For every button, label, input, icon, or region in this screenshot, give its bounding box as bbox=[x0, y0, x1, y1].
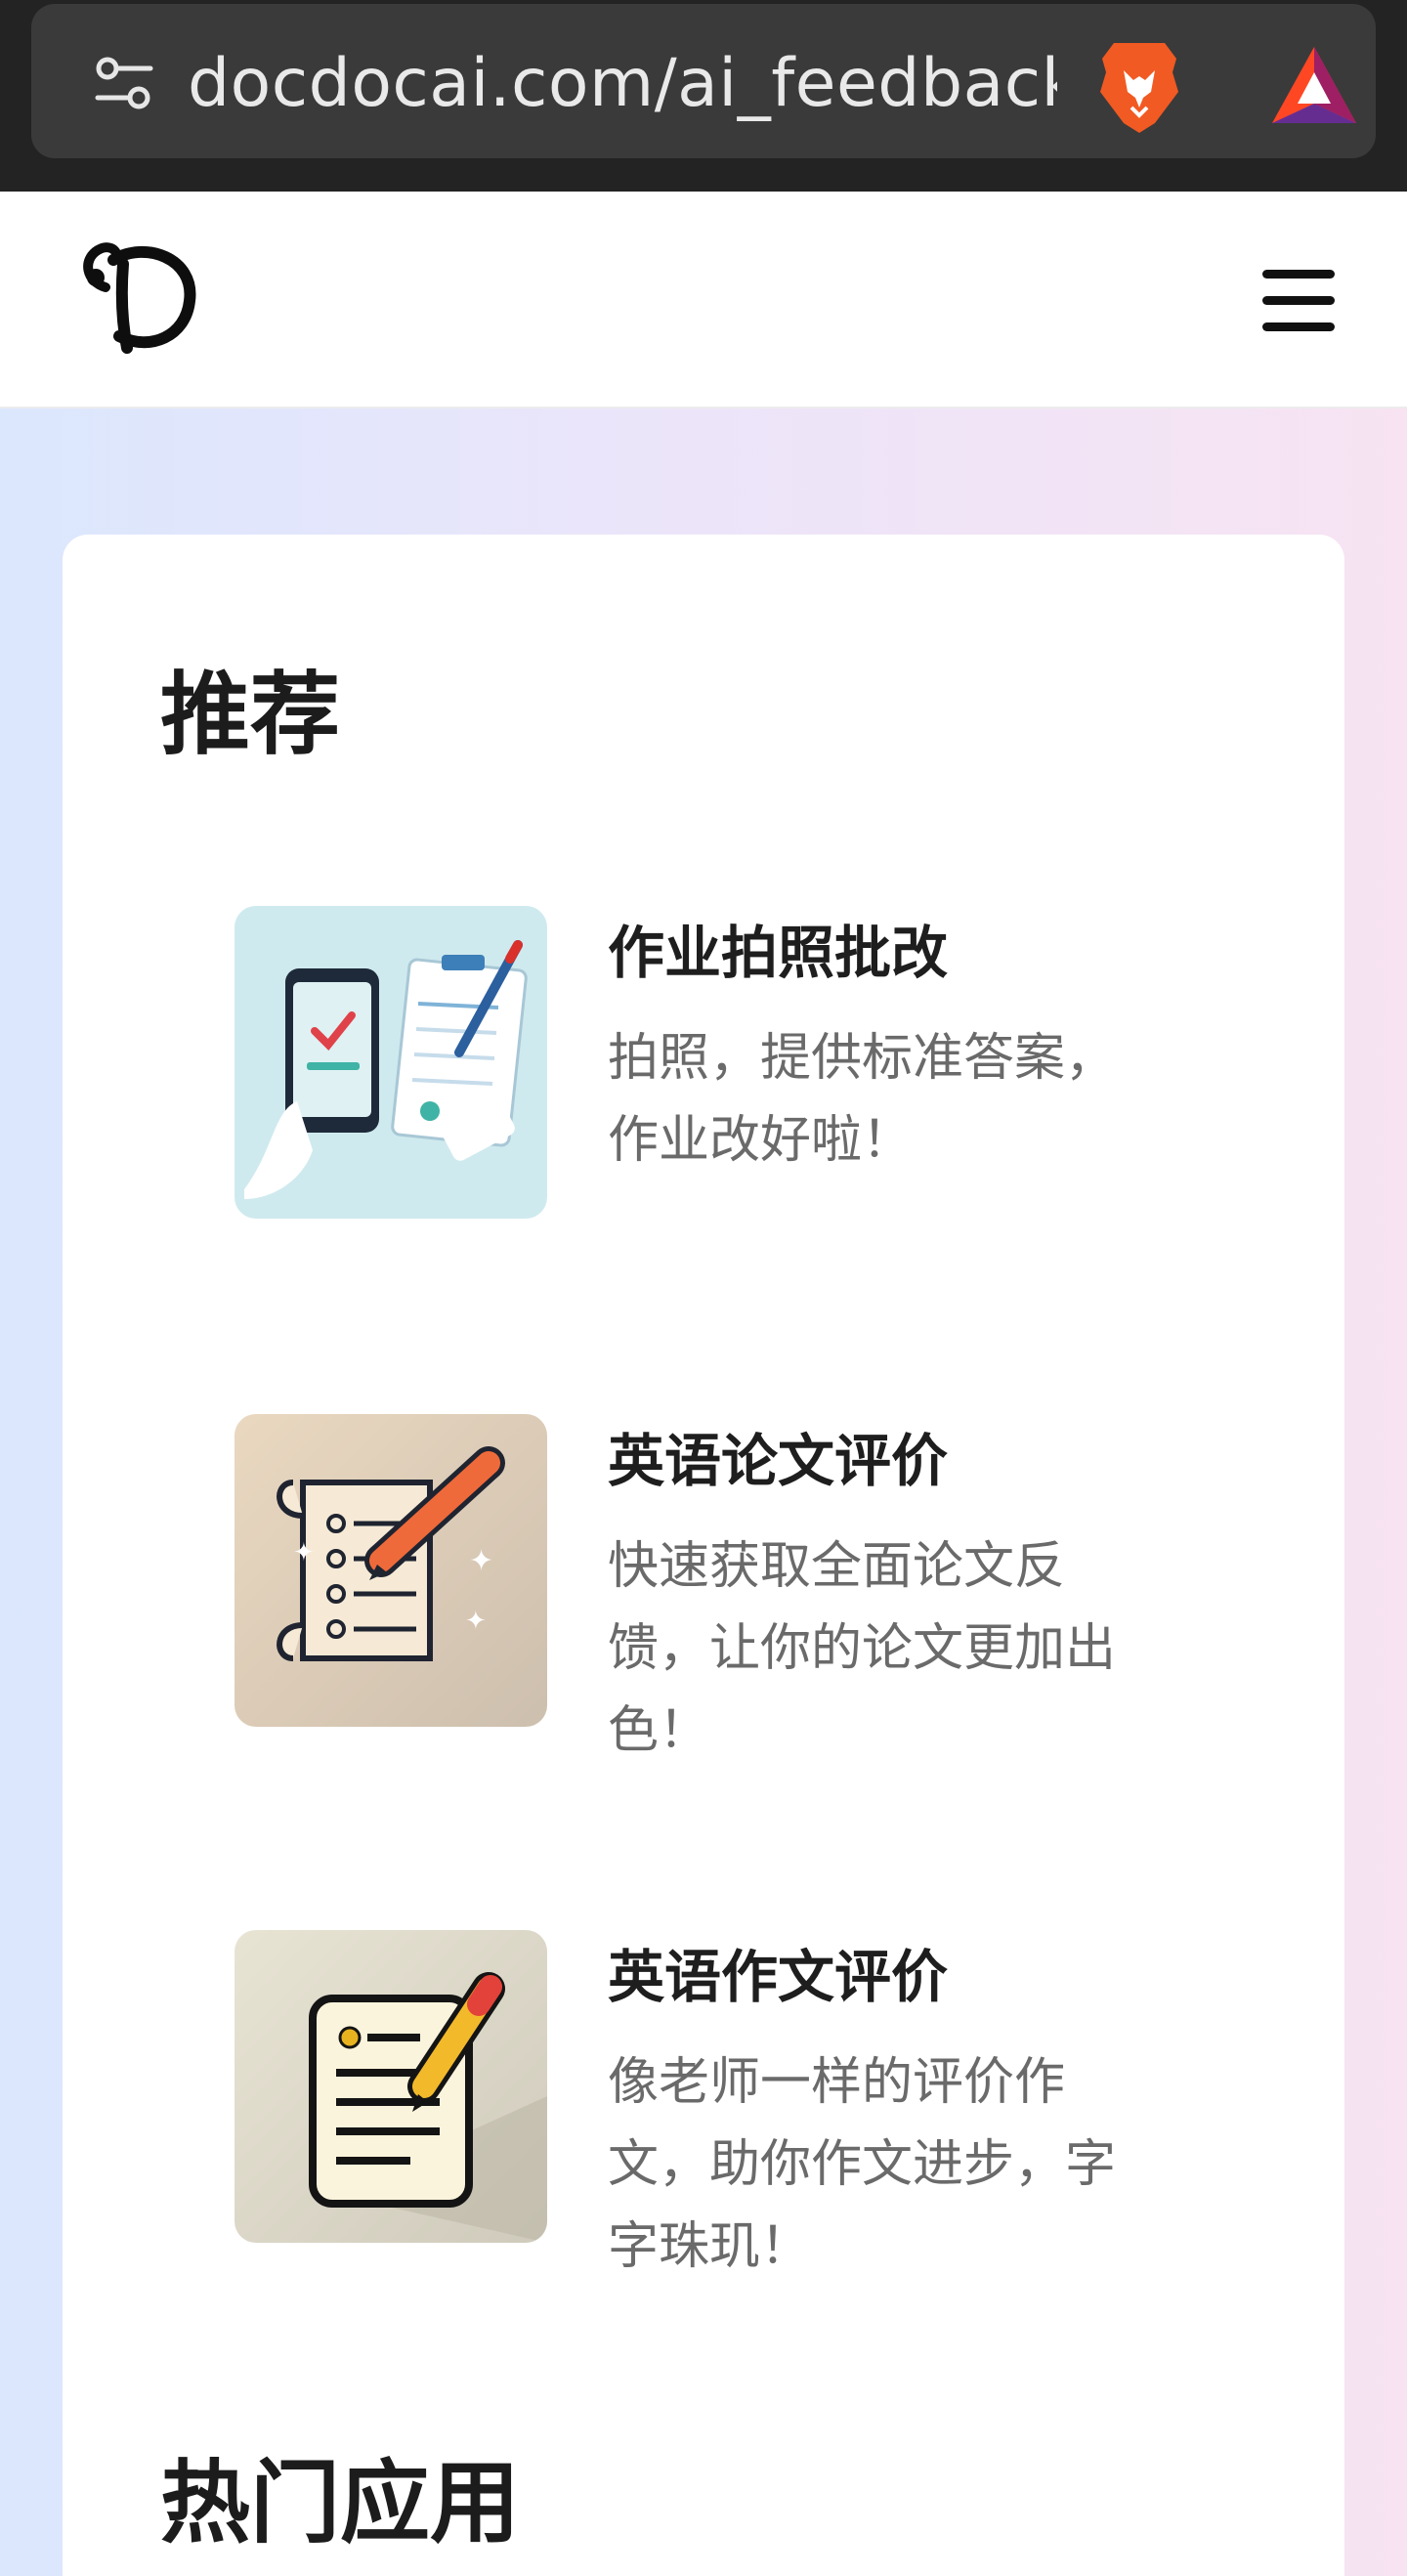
recommend-card: 推荐 作业拍照批改 拍照，提供标准答案，作业改好啦！ ✦ ✦ ✦ 英语论文评价 … bbox=[63, 535, 1344, 2576]
address-bar[interactable]: docdocai.com/ai_feedback/ bbox=[31, 4, 1376, 158]
site-header bbox=[0, 192, 1407, 408]
notepad-pencil-icon bbox=[234, 1930, 547, 2243]
section-title-hot-apps: 热门应用 bbox=[160, 2451, 521, 2555]
bat-rewards-icon[interactable] bbox=[1268, 43, 1360, 127]
browser-toolbar: docdocai.com/ai_feedback/ bbox=[0, 0, 1407, 192]
app-title: 作业拍照批改 bbox=[608, 920, 949, 986]
svg-text:✦: ✦ bbox=[469, 1544, 493, 1578]
brave-lion-icon[interactable] bbox=[1094, 37, 1184, 135]
site-logo-icon[interactable] bbox=[76, 231, 203, 358]
hamburger-menu-icon[interactable] bbox=[1255, 260, 1343, 342]
phone-test-paper-icon bbox=[234, 906, 547, 1219]
svg-text:✦: ✦ bbox=[293, 1538, 315, 1567]
section-title-recommend: 推荐 bbox=[160, 663, 341, 767]
app-title: 英语作文评价 bbox=[608, 1944, 949, 2010]
url-text[interactable]: docdocai.com/ai_feedback/ bbox=[188, 47, 1057, 121]
app-description: 像老师一样的评价作文，助你作文进步，字字珠玑！ bbox=[608, 2053, 1117, 2276]
app-description: 快速获取全面论文反馈，让你的论文更加出色！ bbox=[608, 1537, 1117, 1760]
tune-icon[interactable] bbox=[94, 55, 154, 111]
app-title: 英语论文评价 bbox=[608, 1428, 949, 1494]
app-description: 拍照，提供标准答案，作业改好啦！ bbox=[608, 1029, 1117, 1170]
svg-text:✦: ✦ bbox=[465, 1607, 487, 1636]
scroll-pencil-icon: ✦ ✦ ✦ bbox=[234, 1414, 547, 1727]
